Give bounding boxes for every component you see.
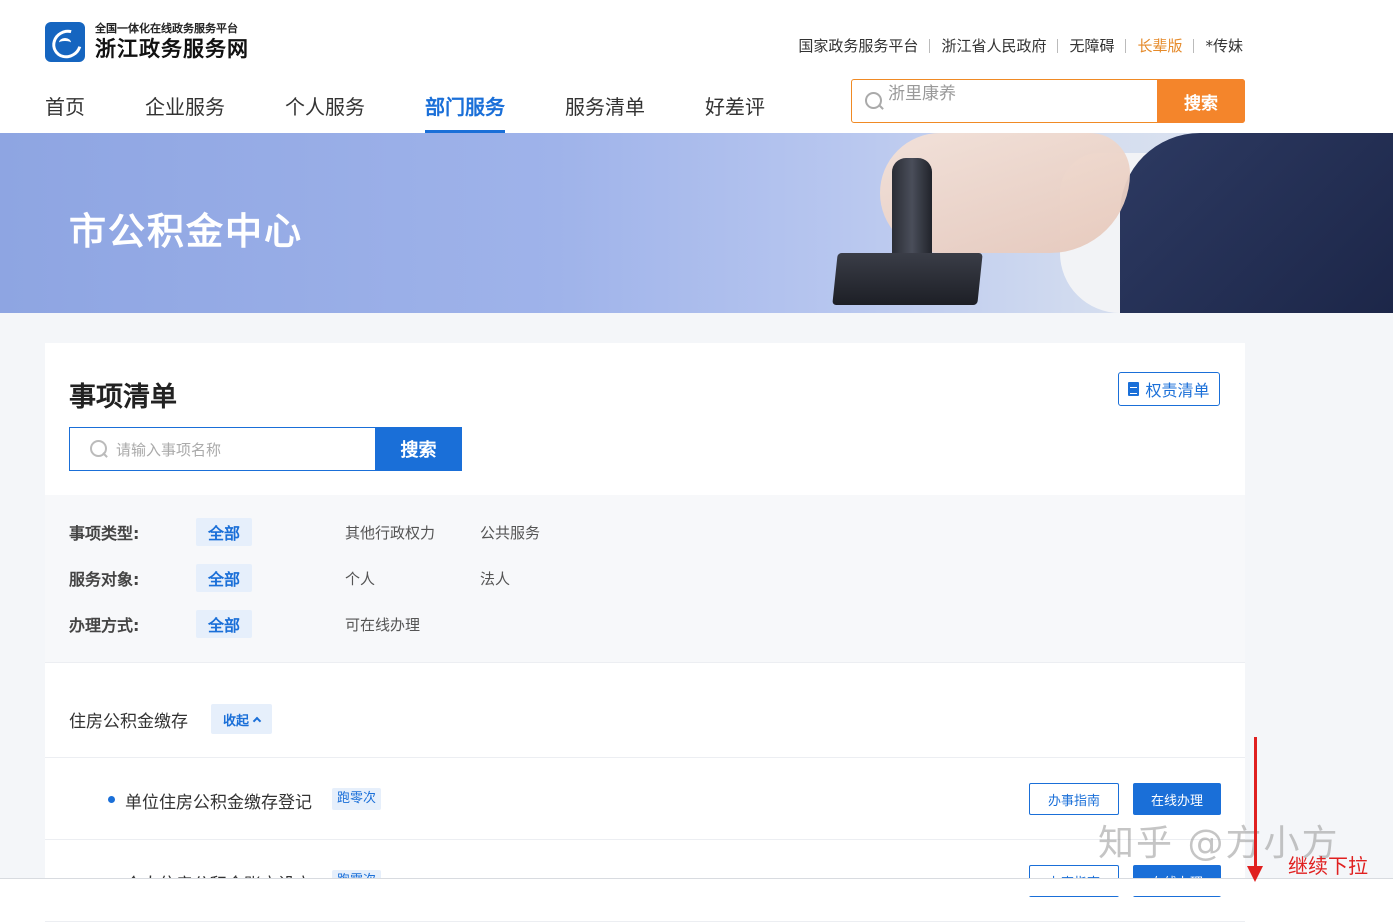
scroll-hint-note: 继续下拉 — [1288, 854, 1368, 878]
item-search-input[interactable]: 请输入事项名称 — [69, 427, 375, 471]
stamp-handle-image — [892, 158, 932, 268]
filter-option[interactable]: 个人 — [345, 568, 480, 589]
collapse-button[interactable]: 收起 — [211, 704, 272, 734]
bullet-icon — [108, 796, 115, 803]
list-item: 单位住房公积金缴存登记 跑零次 办事指南 在线办理 — [45, 758, 1245, 840]
link-provincial-government[interactable]: 浙江省人民政府 — [941, 35, 1046, 56]
document-icon — [1128, 382, 1140, 396]
filter-option[interactable]: 其他行政权力 — [345, 522, 480, 543]
collapse-label: 收起 — [222, 713, 249, 729]
logo-name: 浙江政务服务网 — [95, 36, 249, 61]
link-accessibility[interactable]: 无障碍 — [1069, 35, 1114, 56]
service-group-header: 住房公积金缴存 收起 — [45, 663, 1245, 758]
filter-row-target: 服务对象: 全部 个人 法人 — [69, 563, 615, 593]
filter-option[interactable]: 公共服务 — [480, 522, 615, 543]
filter-option-all[interactable]: 全部 — [196, 610, 252, 638]
link-elder-version[interactable]: 长辈版 — [1137, 35, 1182, 56]
nav-department[interactable]: 部门服务 — [425, 92, 505, 133]
search-icon — [852, 80, 888, 122]
search-icon — [90, 440, 108, 458]
filter-option[interactable]: 可在线办理 — [345, 614, 480, 635]
divider — [1125, 38, 1127, 53]
section-title: 事项清单 — [69, 382, 177, 413]
guide-button[interactable]: 办事指南 — [1029, 783, 1119, 815]
filter-row-type: 事项类型: 全部 其他行政权力 公共服务 — [69, 517, 615, 547]
top-links: 国家政务服务平台 浙江省人民政府 无障碍 长辈版 *传妹 — [798, 35, 1243, 56]
department-title: 市公积金中心 — [69, 210, 303, 253]
online-apply-button[interactable]: 在线办理 — [1133, 783, 1221, 815]
department-banner: 市公积金中心 — [0, 133, 1393, 313]
duty-list-button[interactable]: 权责清单 — [1118, 372, 1220, 406]
filter-panel: 事项类型: 全部 其他行政权力 公共服务 服务对象: 全部 个人 法人 办理方式… — [45, 495, 1245, 663]
filter-label: 事项类型: — [69, 524, 140, 543]
filter-label: 服务对象: — [69, 570, 140, 589]
scroll-hint-arrow — [1254, 737, 1257, 877]
global-search: 搜索 — [851, 79, 1245, 123]
zero-visit-badge: 跑零次 — [332, 788, 382, 810]
logo-icon — [45, 22, 85, 62]
filter-option[interactable]: 法人 — [480, 568, 615, 589]
nav-service-list[interactable]: 服务清单 — [565, 92, 645, 133]
banner-sleeve-image — [1120, 133, 1393, 313]
item-search-button[interactable]: 搜索 — [375, 427, 462, 471]
stamp-base-image — [832, 253, 983, 305]
chevron-up-icon — [252, 716, 262, 726]
duty-list-label: 权责清单 — [1145, 381, 1210, 400]
divider — [929, 38, 931, 53]
filter-option-all[interactable]: 全部 — [196, 564, 252, 592]
link-user-account[interactable]: *传妹 — [1205, 35, 1243, 56]
service-name[interactable]: 单位住房公积金缴存登记 — [125, 788, 312, 813]
filter-label: 办理方式: — [69, 616, 140, 635]
group-title: 住房公积金缴存 — [69, 712, 188, 732]
divider — [1193, 38, 1195, 53]
nav-personal[interactable]: 个人服务 — [285, 92, 365, 133]
link-national-platform[interactable]: 国家政务服务平台 — [798, 35, 918, 56]
item-search: 请输入事项名称 搜索 — [69, 427, 462, 471]
global-search-input[interactable] — [888, 80, 1157, 102]
nav-rating[interactable]: 好差评 — [705, 92, 765, 133]
viewport-edge — [0, 878, 1393, 896]
divider — [1057, 38, 1059, 53]
site-header: 全国一体化在线政务服务平台 浙江政务服务网 国家政务服务平台 浙江省人民政府 无… — [0, 0, 1393, 133]
main-nav: 首页 企业服务 个人服务 部门服务 服务清单 好差评 — [45, 92, 825, 133]
nav-enterprise[interactable]: 企业服务 — [145, 92, 225, 133]
item-list-card: 事项清单 权责清单 请输入事项名称 搜索 事项类型: 全部 其他行政权力 公共服… — [45, 343, 1245, 922]
logo-subtitle: 全国一体化在线政务服务平台 — [95, 22, 238, 35]
filter-row-method: 办理方式: 全部 可在线办理 — [69, 609, 480, 639]
global-search-button[interactable]: 搜索 — [1157, 79, 1245, 123]
nav-home[interactable]: 首页 — [45, 92, 85, 133]
filter-option-all[interactable]: 全部 — [196, 518, 252, 546]
item-search-placeholder: 请输入事项名称 — [116, 440, 222, 459]
site-logo[interactable]: 全国一体化在线政务服务平台 浙江政务服务网 — [45, 22, 249, 62]
arrow-down-icon — [1247, 866, 1263, 882]
